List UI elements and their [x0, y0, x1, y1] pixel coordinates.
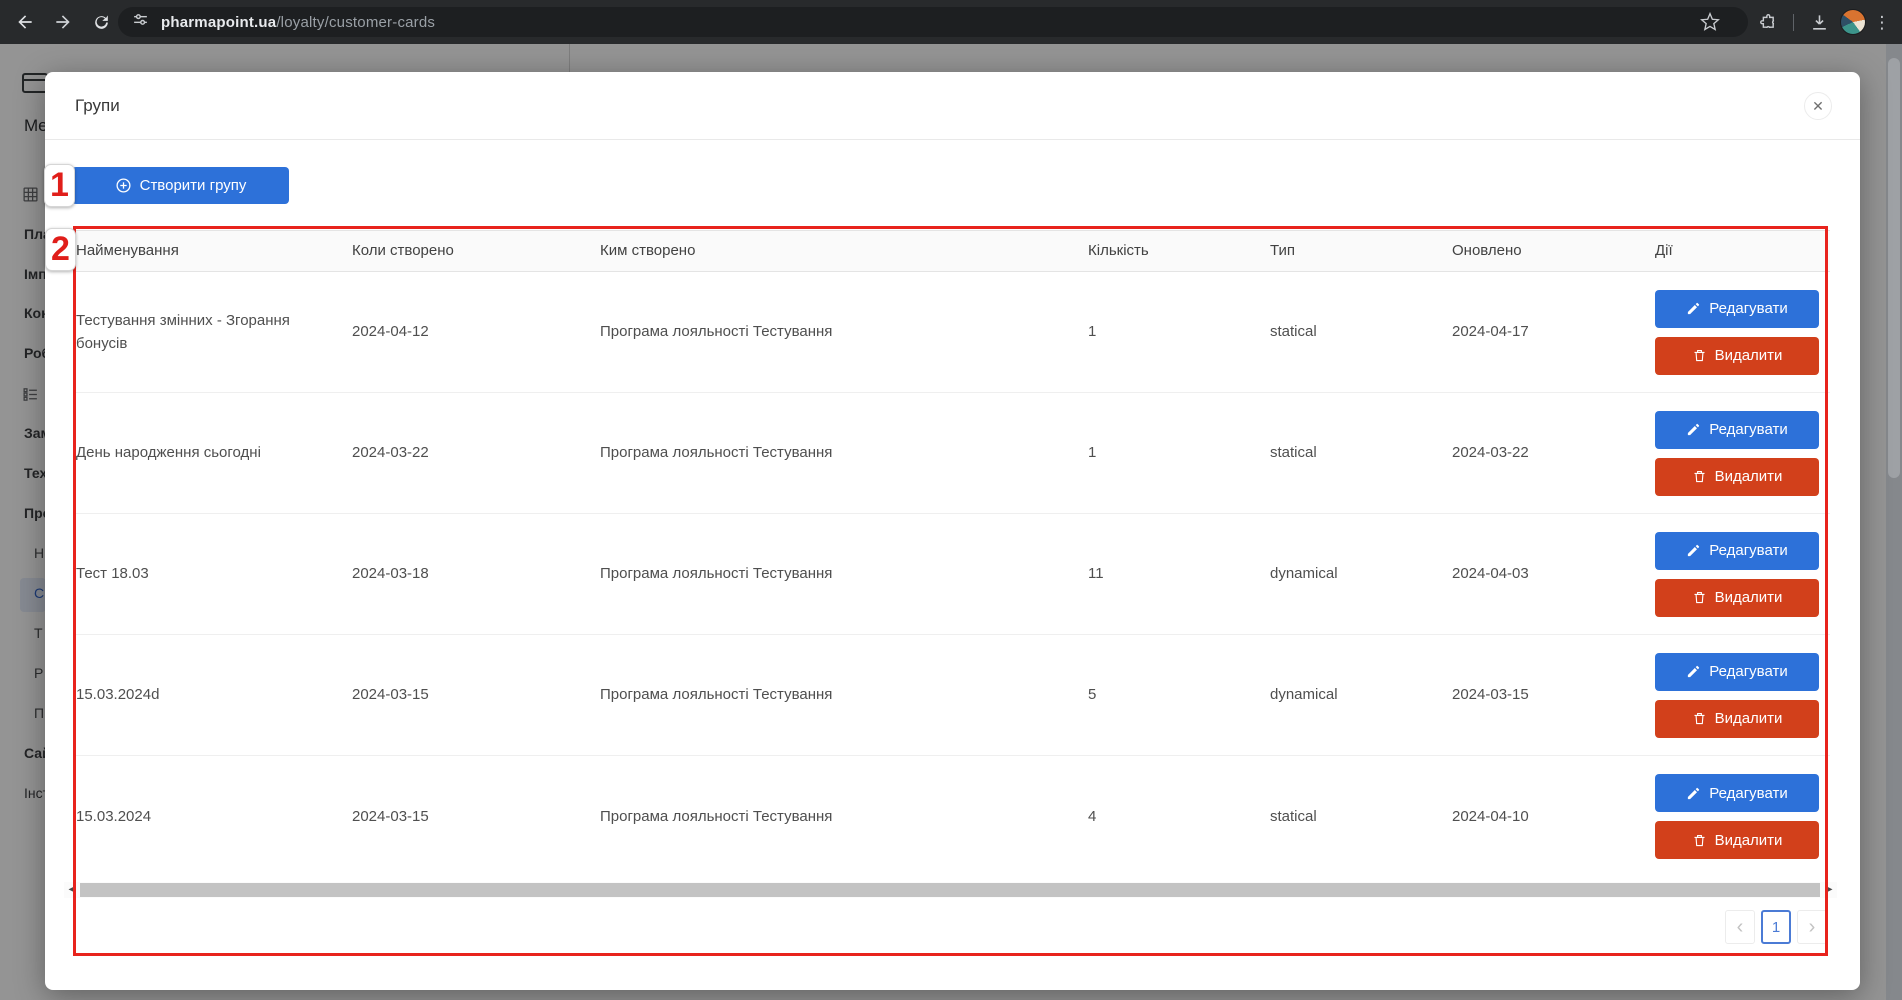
group-type: statical — [1270, 444, 1317, 462]
group-creator: Програма лояльності Тестування — [600, 686, 833, 704]
column-header: Кількість — [1088, 242, 1149, 260]
delete-button[interactable]: Видалити — [1655, 457, 1819, 496]
pencil-icon — [1688, 787, 1700, 799]
column-header: Найменування — [76, 242, 179, 260]
back-icon[interactable] — [8, 5, 42, 39]
pagination-prev-icon[interactable]: ‹ — [1725, 910, 1755, 944]
download-icon[interactable] — [1802, 5, 1836, 39]
pagination-next-icon[interactable]: › — [1797, 910, 1827, 944]
group-updated: 2024-04-10 — [1452, 807, 1529, 825]
edit-button[interactable]: Редагувати — [1655, 289, 1819, 328]
table-header-row: Найменування Коли створено Ким створено … — [76, 230, 1830, 272]
bookmark-star-icon[interactable] — [1700, 11, 1720, 37]
groups-modal: Групи ✕ Створити групу Найменування Коли… — [45, 72, 1860, 990]
table-horizontal-scrollbar[interactable]: ◂ ▸ — [64, 882, 1837, 898]
create-group-button[interactable]: Створити групу — [72, 167, 289, 204]
group-creator: Програма лояльності Тестування — [600, 807, 833, 825]
table-row: Тестування змінних - Згорання бонусів 20… — [76, 272, 1830, 393]
pagination-page-1[interactable]: 1 — [1761, 910, 1791, 944]
delete-button[interactable]: Видалити — [1655, 699, 1819, 738]
group-creator: Програма лояльності Тестування — [600, 444, 833, 462]
column-header: Коли створено — [352, 242, 454, 260]
edit-button[interactable]: Редагувати — [1655, 652, 1819, 691]
plus-circle-icon — [116, 178, 131, 193]
group-created: 2024-03-15 — [352, 807, 429, 825]
url-path: /loyalty/customer-cards — [276, 13, 436, 31]
group-name: Тест 18.03 — [76, 565, 149, 583]
group-name: День народження сьогодні — [76, 444, 261, 462]
pagination: ‹ 1 › — [1725, 910, 1827, 944]
group-updated: 2024-04-03 — [1452, 565, 1529, 583]
trash-icon — [1694, 349, 1705, 362]
pencil-icon — [1688, 302, 1700, 315]
table-row: 15.03.2024 2024-03-15 Програма лояльност… — [76, 756, 1830, 877]
column-header: Дії — [1655, 242, 1673, 260]
group-created: 2024-03-22 — [352, 444, 429, 462]
address-bar[interactable]: pharmapoint.ua/loyalty/customer-cards — [118, 7, 1748, 37]
group-created: 2024-03-15 — [352, 686, 429, 704]
scrollbar-thumb[interactable] — [80, 883, 1820, 897]
column-header: Тип — [1270, 242, 1296, 260]
url-text: pharmapoint.ua/loyalty/customer-cards — [161, 14, 435, 31]
trash-icon — [1694, 591, 1705, 604]
group-count: 4 — [1088, 807, 1097, 825]
group-name: 15.03.2024d — [76, 686, 160, 704]
group-updated: 2024-03-15 — [1452, 686, 1529, 704]
group-count: 5 — [1088, 686, 1097, 704]
group-type: dynamical — [1270, 686, 1338, 704]
delete-button[interactable]: Видалити — [1655, 336, 1819, 375]
group-name: Тестування змінних - Згорання бонусів — [76, 311, 290, 352]
edit-button[interactable]: Редагувати — [1655, 531, 1819, 570]
group-type: dynamical — [1270, 565, 1338, 583]
group-type: statical — [1270, 323, 1317, 341]
browser-toolbar: pharmapoint.ua/loyalty/customer-cards ⋮ — [0, 0, 1902, 44]
group-updated: 2024-03-22 — [1452, 444, 1529, 462]
close-icon[interactable]: ✕ — [1804, 92, 1832, 120]
toolbar-separator — [1793, 13, 1794, 31]
group-created: 2024-04-12 — [352, 323, 429, 341]
browser-vertical-scrollbar[interactable] — [1886, 44, 1902, 1000]
group-count: 1 — [1088, 444, 1097, 462]
table-row: День народження сьогодні 2024-03-22 Прог… — [76, 393, 1830, 514]
trash-icon — [1694, 834, 1705, 846]
group-creator: Програма лояльності Тестування — [600, 323, 833, 341]
delete-button[interactable]: Видалити — [1655, 578, 1819, 617]
pencil-icon — [1688, 544, 1700, 557]
group-created: 2024-03-18 — [352, 565, 429, 583]
group-count: 1 — [1088, 323, 1097, 341]
groups-table: Найменування Коли створено Ким створено … — [76, 230, 1830, 877]
trash-icon — [1694, 712, 1705, 725]
scroll-left-icon[interactable]: ◂ — [64, 882, 78, 898]
reload-icon[interactable] — [84, 5, 118, 39]
group-updated: 2024-04-17 — [1452, 323, 1529, 341]
group-creator: Програма лояльності Тестування — [600, 565, 833, 583]
modal-title: Групи — [75, 96, 120, 115]
table-row: Тест 18.03 2024-03-18 Програма лояльност… — [76, 514, 1830, 635]
url-domain: pharmapoint.ua — [161, 13, 277, 31]
scroll-right-icon[interactable]: ▸ — [1823, 882, 1837, 898]
delete-button[interactable]: Видалити — [1655, 821, 1819, 859]
profile-avatar[interactable] — [1836, 5, 1870, 39]
group-type: statical — [1270, 807, 1317, 825]
group-count: 11 — [1088, 565, 1104, 583]
menu-kebab-icon[interactable]: ⋮ — [1870, 5, 1894, 39]
extensions-icon[interactable] — [1751, 5, 1785, 39]
forward-icon[interactable] — [46, 5, 80, 39]
pencil-icon — [1688, 423, 1700, 436]
column-header: Оновлено — [1452, 242, 1522, 260]
create-group-label: Створити групу — [139, 177, 247, 194]
modal-header: Групи ✕ — [45, 72, 1860, 140]
column-header: Ким створено — [600, 242, 696, 260]
pencil-icon — [1688, 665, 1700, 678]
table-row: 15.03.2024d 2024-03-15 Програма лояльнос… — [76, 635, 1830, 756]
site-info-icon[interactable] — [132, 11, 149, 33]
edit-button[interactable]: Редагувати — [1655, 410, 1819, 449]
group-name: 15.03.2024 — [76, 807, 152, 825]
trash-icon — [1694, 470, 1705, 483]
edit-button[interactable]: Редагувати — [1655, 774, 1819, 812]
